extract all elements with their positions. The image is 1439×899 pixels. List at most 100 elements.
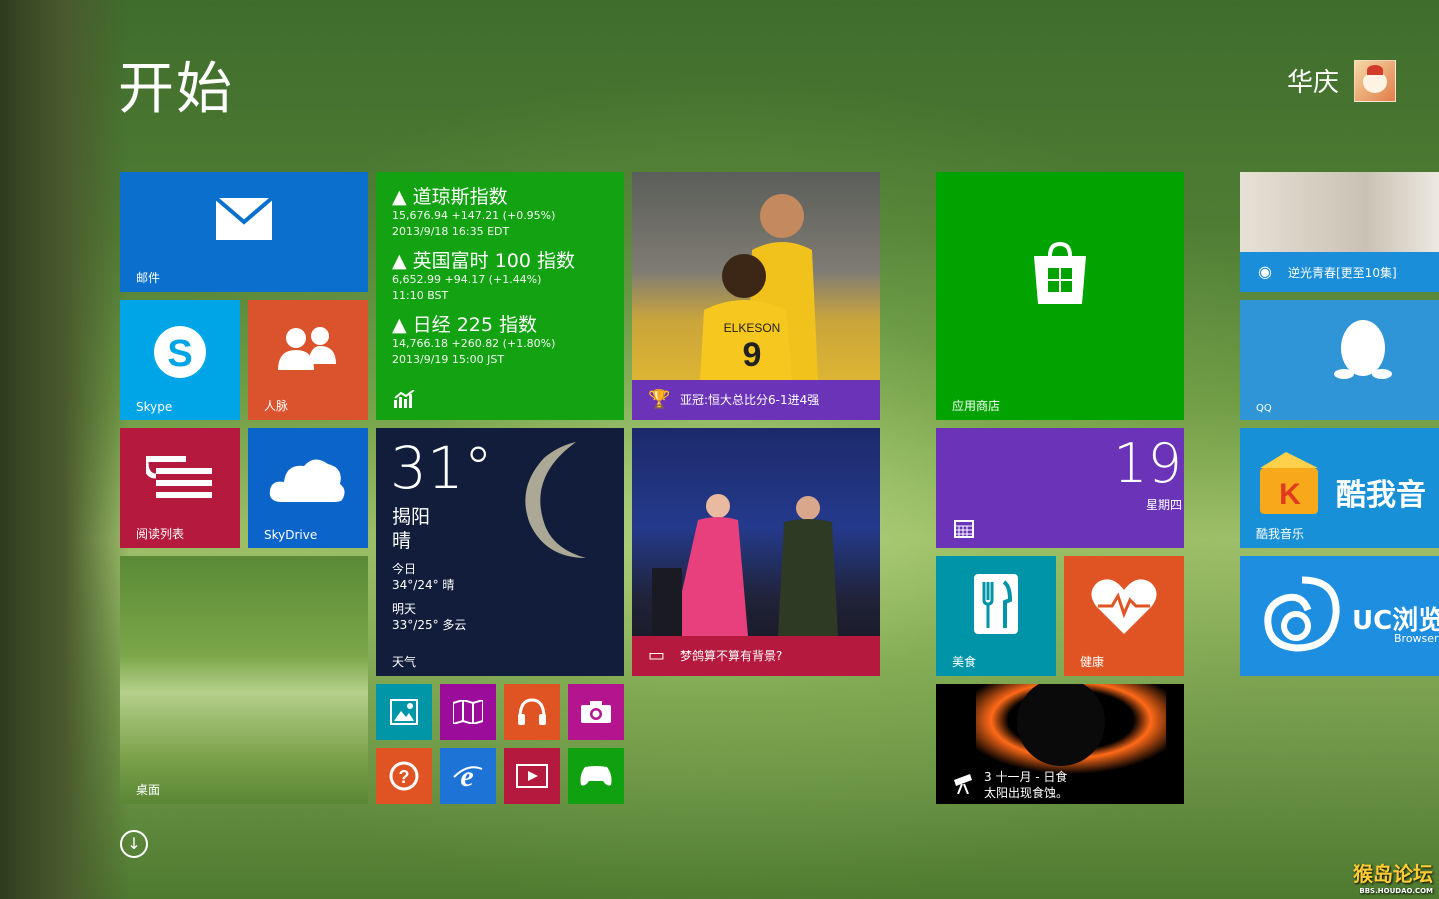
- svg-text:K: K: [1279, 478, 1301, 511]
- tile-label: QQ: [1256, 403, 1272, 414]
- tile-calendar[interactable]: 19 星期四: [936, 428, 1184, 548]
- news-caption: 梦鸽算不算有背景?: [680, 649, 783, 663]
- game-controller-icon: [580, 766, 612, 786]
- tile-weather[interactable]: 31° 揭阳 晴 今日 34°/24° 晴 明天 33°/25° 多云 天气: [376, 428, 624, 676]
- tile-games[interactable]: [568, 748, 624, 804]
- svg-text:ELKESON: ELKESON: [724, 321, 781, 335]
- telescope-icon: [954, 774, 972, 794]
- weather-condition: 晴: [392, 530, 412, 552]
- tile-mail[interactable]: 邮件: [120, 172, 368, 292]
- tile-desktop[interactable]: 桌面: [120, 556, 368, 804]
- tv-icon: ◉: [1258, 262, 1272, 281]
- tile-label: 天气: [392, 655, 417, 669]
- tile-video[interactable]: [504, 748, 560, 804]
- tile-label: Skype: [136, 400, 173, 414]
- tile-label: 健康: [1080, 655, 1105, 669]
- mail-icon: [216, 198, 272, 240]
- weather-tomorrow-value: 33°/25° 多云: [392, 618, 467, 632]
- cloud-icon: [269, 459, 345, 502]
- sports-photo: ELKESON 9: [700, 194, 818, 380]
- store-bag-icon: [1034, 242, 1086, 304]
- tile-finance[interactable]: ▲ 道琼斯指数 15,676.94 +147.21 (+0.95%) 2013/…: [376, 172, 624, 420]
- calendar-icon: [954, 520, 974, 538]
- uc-sub: Browser: [1394, 632, 1439, 645]
- video-icon: [516, 764, 548, 788]
- help-icon: ?: [389, 761, 419, 791]
- tile-people[interactable]: 人脉: [248, 300, 368, 420]
- weather-temp: 31°: [390, 434, 493, 502]
- tile-photos[interactable]: [376, 684, 432, 740]
- tile-internet-explorer[interactable]: e: [440, 748, 496, 804]
- tile-music[interactable]: [504, 684, 560, 740]
- photos-icon: [390, 699, 418, 725]
- eclipse-photo: [976, 684, 1166, 774]
- ie-icon: e: [453, 761, 483, 791]
- skype-icon: S: [154, 326, 206, 378]
- tile-label: 应用商店: [952, 399, 1001, 413]
- tile-label: 桌面: [136, 783, 161, 797]
- tile-label: 人脉: [264, 399, 289, 413]
- weather-city: 揭阳: [392, 506, 431, 528]
- kuwo-logo-icon: K: [1260, 452, 1318, 514]
- user-avatar[interactable]: [1354, 60, 1396, 102]
- chart-icon: [394, 390, 415, 408]
- people-icon: [278, 327, 336, 370]
- heart-icon: [1091, 579, 1157, 634]
- tile-label: SkyDrive: [264, 528, 318, 542]
- tile-skydrive[interactable]: SkyDrive: [248, 428, 368, 548]
- tile-skype[interactable]: S Skype: [120, 300, 240, 420]
- tile-kuwo-music[interactable]: K 酷我音 酷我音乐: [1240, 428, 1439, 548]
- maps-icon: [453, 700, 483, 724]
- reading-list-icon: [146, 456, 212, 498]
- drama-caption: 逆光青春[更至10集]: [1288, 266, 1397, 280]
- weather-today-value: 34°/24° 晴: [392, 578, 455, 592]
- tile-uc-browser[interactable]: UC浏览 Browser: [1240, 556, 1439, 676]
- watermark: 猴岛论坛 BBS.HOUDAO.COM: [1353, 862, 1433, 895]
- kuwo-brand: 酷我音: [1336, 478, 1426, 513]
- tile-sports[interactable]: ELKESON 9 🏆 亚冠:恒大总比分6-1进4强: [632, 172, 880, 420]
- background-trees: [0, 0, 130, 899]
- tile-store[interactable]: 应用商店: [936, 172, 1184, 420]
- tile-camera[interactable]: [568, 684, 624, 740]
- tile-label: 美食: [952, 655, 977, 669]
- sports-caption-bar: 🏆 亚冠:恒大总比分6-1进4强: [632, 380, 880, 420]
- all-apps-arrow-button[interactable]: ↓: [120, 830, 148, 858]
- fork-knife-icon: [974, 574, 1018, 634]
- user-name[interactable]: 华庆: [1287, 62, 1339, 99]
- calendar-day: 19: [1113, 432, 1182, 495]
- moon-icon: [525, 442, 586, 558]
- svg-text:e: e: [460, 761, 473, 791]
- tile-label: 阅读列表: [136, 527, 185, 541]
- news-caption-bar: ▭ 梦鸽算不算有背景?: [632, 636, 880, 676]
- finance-item-nikkei: ▲ 日经 225 指数 14,766.18 +260.82 (+1.80%) 2…: [392, 314, 556, 366]
- tile-news[interactable]: ▭ 梦鸽算不算有背景?: [632, 428, 880, 676]
- history-line-1: 3 十一月 - 日食: [984, 770, 1068, 784]
- start-title: 开始: [118, 57, 234, 122]
- drama-poster: [1240, 172, 1439, 252]
- qq-penguin-icon: [1334, 320, 1392, 379]
- camera-icon: [581, 701, 611, 723]
- tile-help[interactable]: ?: [376, 748, 432, 804]
- sports-caption: 亚冠:恒大总比分6-1进4强: [680, 393, 820, 407]
- finance-item-dow: ▲ 道琼斯指数 15,676.94 +147.21 (+0.95%) 2013/…: [392, 186, 556, 238]
- weather-today-label: 今日: [392, 562, 417, 576]
- tile-history[interactable]: 3 十一月 - 日食 太阳出现食蚀。: [936, 684, 1184, 804]
- tile-maps[interactable]: [440, 684, 496, 740]
- history-line-2: 太阳出现食蚀。: [984, 786, 1069, 800]
- tile-label: 邮件: [136, 271, 161, 285]
- calendar-weekday: 星期四: [1145, 498, 1182, 512]
- tile-food-drink[interactable]: 美食: [936, 556, 1056, 676]
- svg-text:9: 9: [743, 336, 762, 374]
- tile-qq[interactable]: QQ: [1240, 300, 1439, 420]
- headphones-icon: [518, 698, 546, 725]
- tile-label: 酷我音乐: [1256, 527, 1305, 541]
- tile-video-drama[interactable]: ◉ 逆光青春[更至10集]: [1240, 172, 1439, 292]
- news-photo: [652, 494, 838, 636]
- tile-health[interactable]: 健康: [1064, 556, 1184, 676]
- svg-text:S: S: [167, 333, 192, 375]
- trophy-icon: 🏆: [648, 389, 671, 410]
- tile-reading-list[interactable]: 阅读列表: [120, 428, 240, 548]
- uc-squirrel-icon: [1264, 576, 1340, 652]
- newspaper-icon: ▭: [648, 645, 666, 666]
- weather-tomorrow-label: 明天: [392, 602, 417, 616]
